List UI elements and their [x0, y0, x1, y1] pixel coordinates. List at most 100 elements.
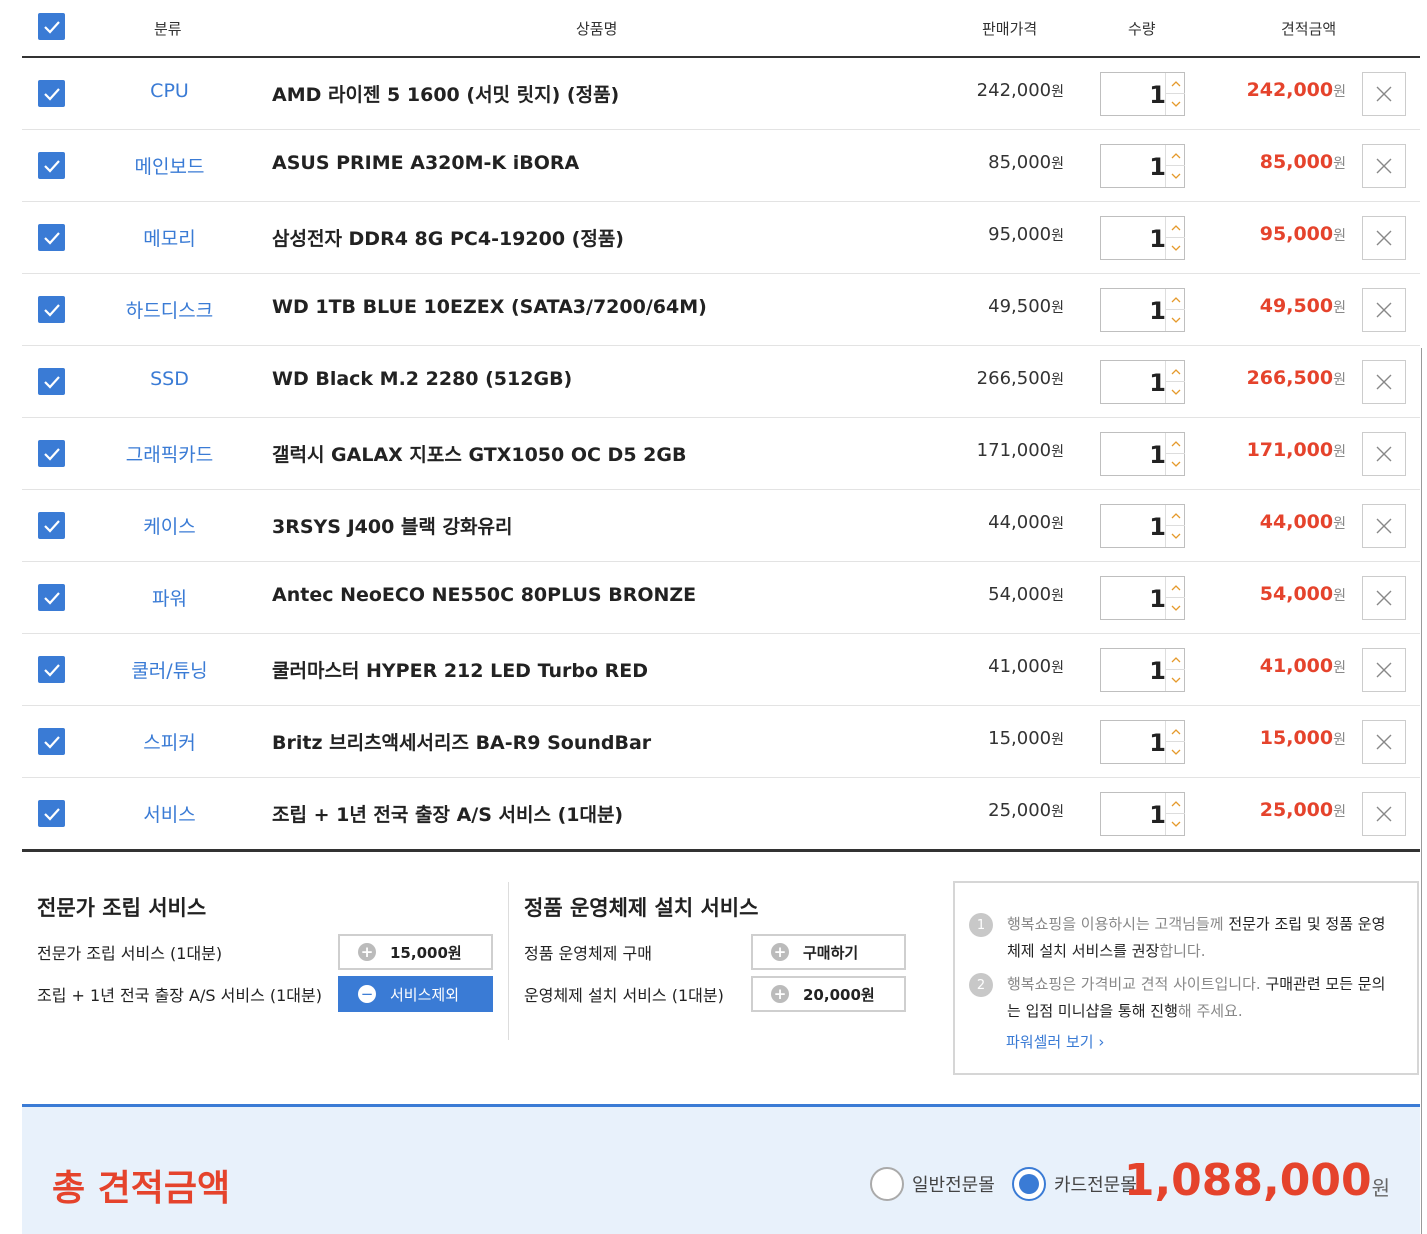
- quantity-down-button[interactable]: [1166, 670, 1185, 691]
- row-category[interactable]: 케이스: [92, 512, 247, 539]
- quantity-value[interactable]: 1: [1149, 513, 1166, 541]
- row-category[interactable]: 서비스: [92, 800, 247, 827]
- os-purchase-button[interactable]: + 구매하기: [751, 934, 906, 970]
- row-checkbox[interactable]: [38, 80, 65, 107]
- remove-item-button[interactable]: [1362, 288, 1406, 332]
- quantity-down-button[interactable]: [1166, 238, 1185, 259]
- remove-item-button[interactable]: [1362, 504, 1406, 548]
- row-category[interactable]: 메인보드: [92, 152, 247, 179]
- row-product-name[interactable]: 3RSYS J400 블랙 강화유리: [272, 512, 512, 539]
- quantity-stepper[interactable]: 1: [1100, 576, 1185, 620]
- row-category[interactable]: 쿨러/튜닝: [92, 656, 247, 683]
- quantity-stepper[interactable]: 1: [1100, 720, 1185, 764]
- quantity-down-button[interactable]: [1166, 94, 1185, 115]
- quantity-value[interactable]: 1: [1149, 801, 1166, 829]
- row-product-name[interactable]: 삼성전자 DDR4 8G PC4-19200 (정품): [272, 224, 624, 251]
- row-checkbox[interactable]: [38, 584, 65, 611]
- remove-item-button[interactable]: [1362, 360, 1406, 404]
- quantity-value[interactable]: 1: [1149, 441, 1166, 469]
- remove-item-button[interactable]: [1362, 576, 1406, 620]
- row-category[interactable]: 하드디스크: [92, 296, 247, 323]
- quantity-up-button[interactable]: [1166, 577, 1185, 598]
- quantity-down-button[interactable]: [1166, 382, 1185, 403]
- quantity-down-button[interactable]: [1166, 526, 1185, 547]
- row-checkbox[interactable]: [38, 800, 65, 827]
- row-product-name[interactable]: Britz 브리츠액세서리즈 BA-R9 SoundBar: [272, 728, 651, 755]
- quantity-down-button[interactable]: [1166, 814, 1185, 835]
- remove-item-button[interactable]: [1362, 72, 1406, 116]
- quantity-stepper[interactable]: 1: [1100, 360, 1185, 404]
- row-product-name[interactable]: AMD 라이젠 5 1600 (서밋 릿지) (정품): [272, 80, 619, 107]
- remove-item-button[interactable]: [1362, 792, 1406, 836]
- row-category[interactable]: 스피커: [92, 728, 247, 755]
- row-checkbox[interactable]: [38, 224, 65, 251]
- quantity-down-button[interactable]: [1166, 742, 1185, 763]
- row-category[interactable]: 파워: [92, 584, 247, 611]
- quantity-down-button[interactable]: [1166, 166, 1185, 187]
- quantity-stepper[interactable]: 1: [1100, 216, 1185, 260]
- row-checkbox[interactable]: [38, 440, 65, 467]
- quantity-up-button[interactable]: [1166, 793, 1185, 814]
- power-seller-link[interactable]: 파워셀러 보기 ›: [1006, 1031, 1104, 1052]
- row-checkbox[interactable]: [38, 152, 65, 179]
- check-icon: [43, 663, 60, 677]
- assembly-service-add-button[interactable]: + 15,000원: [338, 934, 493, 970]
- os-install-add-button[interactable]: + 20,000원: [751, 976, 906, 1012]
- quantity-value[interactable]: 1: [1149, 81, 1166, 109]
- quantity-value[interactable]: 1: [1149, 657, 1166, 685]
- quantity-up-button[interactable]: [1166, 433, 1185, 454]
- quantity-up-button[interactable]: [1166, 649, 1185, 670]
- remove-item-button[interactable]: [1362, 216, 1406, 260]
- row-checkbox[interactable]: [38, 296, 65, 323]
- quantity-up-button[interactable]: [1166, 361, 1185, 382]
- quantity-down-button[interactable]: [1166, 310, 1185, 331]
- quantity-stepper[interactable]: 1: [1100, 288, 1185, 332]
- quantity-down-button[interactable]: [1166, 454, 1185, 475]
- row-product-name[interactable]: ASUS PRIME A320M-K iBORA: [272, 152, 579, 174]
- radio-general-mall[interactable]: 일반전문몰: [870, 1167, 995, 1201]
- remove-item-button[interactable]: [1362, 720, 1406, 764]
- quantity-up-button[interactable]: [1166, 289, 1185, 310]
- quantity-value[interactable]: 1: [1149, 153, 1166, 181]
- quantity-stepper[interactable]: 1: [1100, 144, 1185, 188]
- quantity-stepper[interactable]: 1: [1100, 72, 1185, 116]
- quantity-down-button[interactable]: [1166, 598, 1185, 619]
- row-checkbox[interactable]: [38, 512, 65, 539]
- chevron-up-icon: [1171, 152, 1180, 158]
- row-price-value: 85,000: [988, 152, 1052, 173]
- quantity-up-button[interactable]: [1166, 721, 1185, 742]
- quantity-value[interactable]: 1: [1149, 729, 1166, 757]
- row-product-name[interactable]: 조립 + 1년 전국 출장 A/S 서비스 (1대분): [272, 800, 623, 827]
- radio-card-mall[interactable]: 카드전문몰: [1012, 1167, 1137, 1201]
- row-product-name[interactable]: WD 1TB BLUE 10EZEX (SATA3/7200/64M): [272, 296, 707, 318]
- quantity-up-button[interactable]: [1166, 505, 1185, 526]
- quantity-value[interactable]: 1: [1149, 369, 1166, 397]
- row-category[interactable]: 메모리: [92, 224, 247, 251]
- quantity-stepper[interactable]: 1: [1100, 792, 1185, 836]
- row-category[interactable]: 그래픽카드: [92, 440, 247, 467]
- row-checkbox[interactable]: [38, 368, 65, 395]
- remove-item-button[interactable]: [1362, 648, 1406, 692]
- row-checkbox[interactable]: [38, 656, 65, 683]
- quantity-up-button[interactable]: [1166, 145, 1185, 166]
- quantity-value[interactable]: 1: [1149, 585, 1166, 613]
- as-service-exclude-button[interactable]: − 서비스제외: [338, 976, 493, 1012]
- row-category[interactable]: SSD: [92, 368, 247, 390]
- row-product-name[interactable]: Antec NeoECO NE550C 80PLUS BRONZE: [272, 584, 696, 606]
- remove-item-button[interactable]: [1362, 432, 1406, 476]
- quantity-value[interactable]: 1: [1149, 225, 1166, 253]
- quantity-stepper[interactable]: 1: [1100, 432, 1185, 476]
- quantity-stepper[interactable]: 1: [1100, 504, 1185, 548]
- row-checkbox[interactable]: [38, 728, 65, 755]
- row-category[interactable]: CPU: [92, 80, 247, 102]
- quantity-value[interactable]: 1: [1149, 297, 1166, 325]
- row-product-name[interactable]: 쿨러마스터 HYPER 212 LED Turbo RED: [272, 656, 648, 683]
- quantity-up-button[interactable]: [1166, 73, 1185, 94]
- row-product-name[interactable]: 갤럭시 GALAX 지포스 GTX1050 OC D5 2GB: [272, 440, 686, 467]
- row-product-name[interactable]: WD Black M.2 2280 (512GB): [272, 368, 572, 390]
- quantity-stepper[interactable]: 1: [1100, 648, 1185, 692]
- select-all-checkbox[interactable]: [38, 13, 65, 40]
- scrollbar[interactable]: [1421, 348, 1427, 1234]
- remove-item-button[interactable]: [1362, 144, 1406, 188]
- quantity-up-button[interactable]: [1166, 217, 1185, 238]
